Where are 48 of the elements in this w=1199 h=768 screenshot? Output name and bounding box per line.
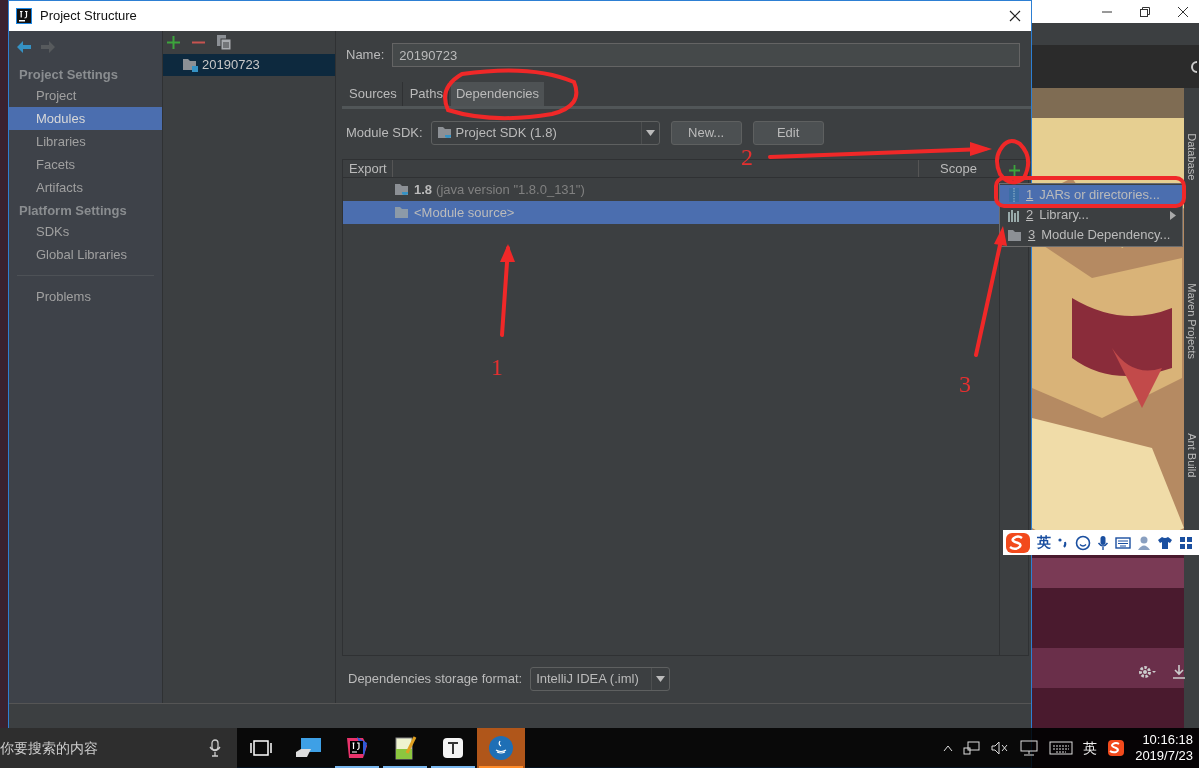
sidebar-item[interactable]: Project (9, 84, 162, 107)
section-heading: Project Settings (18, 65, 119, 84)
menu-shortcut: 2 (1026, 206, 1034, 225)
step-number: 3 (959, 371, 971, 397)
clock-time: 10:16:18 (1142, 732, 1193, 748)
table-row[interactable]: 1.8 (java version "1.8.0_131") (343, 178, 999, 201)
sdk-button[interactable]: New... (670, 120, 742, 145)
tab[interactable]: Dependencies (450, 82, 545, 106)
field-label: Dependencies storage format: (348, 669, 523, 688)
row-name: 1.8 (414, 180, 433, 199)
menu-label: JARs or directories... (1039, 186, 1160, 205)
dropdown-value: IntelliJ IDEA (.iml) (535, 669, 640, 688)
dropdown-value: Project SDK (1.8) (455, 123, 558, 142)
storage-format-dropdown[interactable]: IntelliJ IDEA (.iml) (530, 666, 671, 691)
field-label: Module SDK: (346, 123, 423, 142)
tool-window-tab[interactable]: Maven Projects (1183, 283, 1199, 374)
menu-item[interactable]: 2 Library... (1000, 205, 1182, 225)
sidebar-item[interactable]: Global Libraries (9, 243, 162, 266)
sidebar-item[interactable]: SDKs (9, 220, 162, 243)
sidebar-item[interactable]: Modules (9, 107, 162, 130)
sidebar-item[interactable]: Facets (9, 153, 162, 176)
menu-label: Library... (1039, 206, 1089, 225)
menu-shortcut: 1 (1026, 186, 1034, 205)
clock-date: 2019/7/23 (1135, 748, 1193, 764)
section-heading: Platform Settings (18, 201, 128, 220)
menu-label: Module Dependency... (1041, 226, 1171, 245)
column-header: Scope (918, 160, 999, 177)
input-method-indicator[interactable]: 英 (1083, 737, 1098, 759)
name-field[interactable]: 20190723 (392, 43, 1020, 67)
row-name: <Module source> (414, 203, 515, 222)
sidebar-item[interactable]: Problems (9, 285, 162, 308)
sidebar-item[interactable]: Libraries (9, 130, 162, 153)
tool-window-tab[interactable]: Ant Build (1183, 433, 1199, 524)
clock[interactable]: 10:16:18 2019/7/23 (1135, 732, 1193, 764)
step-number: 2 (741, 144, 753, 170)
field-label: Name: (346, 46, 385, 65)
sdk-dropdown[interactable]: Project SDK (1.8) (430, 120, 660, 145)
search-field[interactable]: 你要搜索的内容 (0, 728, 237, 768)
step-number: 1 (491, 354, 503, 380)
window-title: Project Structure (40, 7, 137, 26)
sidebar-item[interactable]: Artifacts (9, 176, 162, 199)
menu-shortcut: 3 (1028, 226, 1036, 245)
sdk-button[interactable]: Edit (752, 120, 824, 145)
tool-window-tab[interactable]: Database (1183, 133, 1199, 224)
module-item[interactable]: 20190723 (163, 54, 335, 76)
input-mode-toggle[interactable]: 英 (1037, 532, 1051, 553)
row-detail: (java version "1.8.0_131") (436, 180, 585, 199)
column-header: Export (343, 160, 393, 177)
